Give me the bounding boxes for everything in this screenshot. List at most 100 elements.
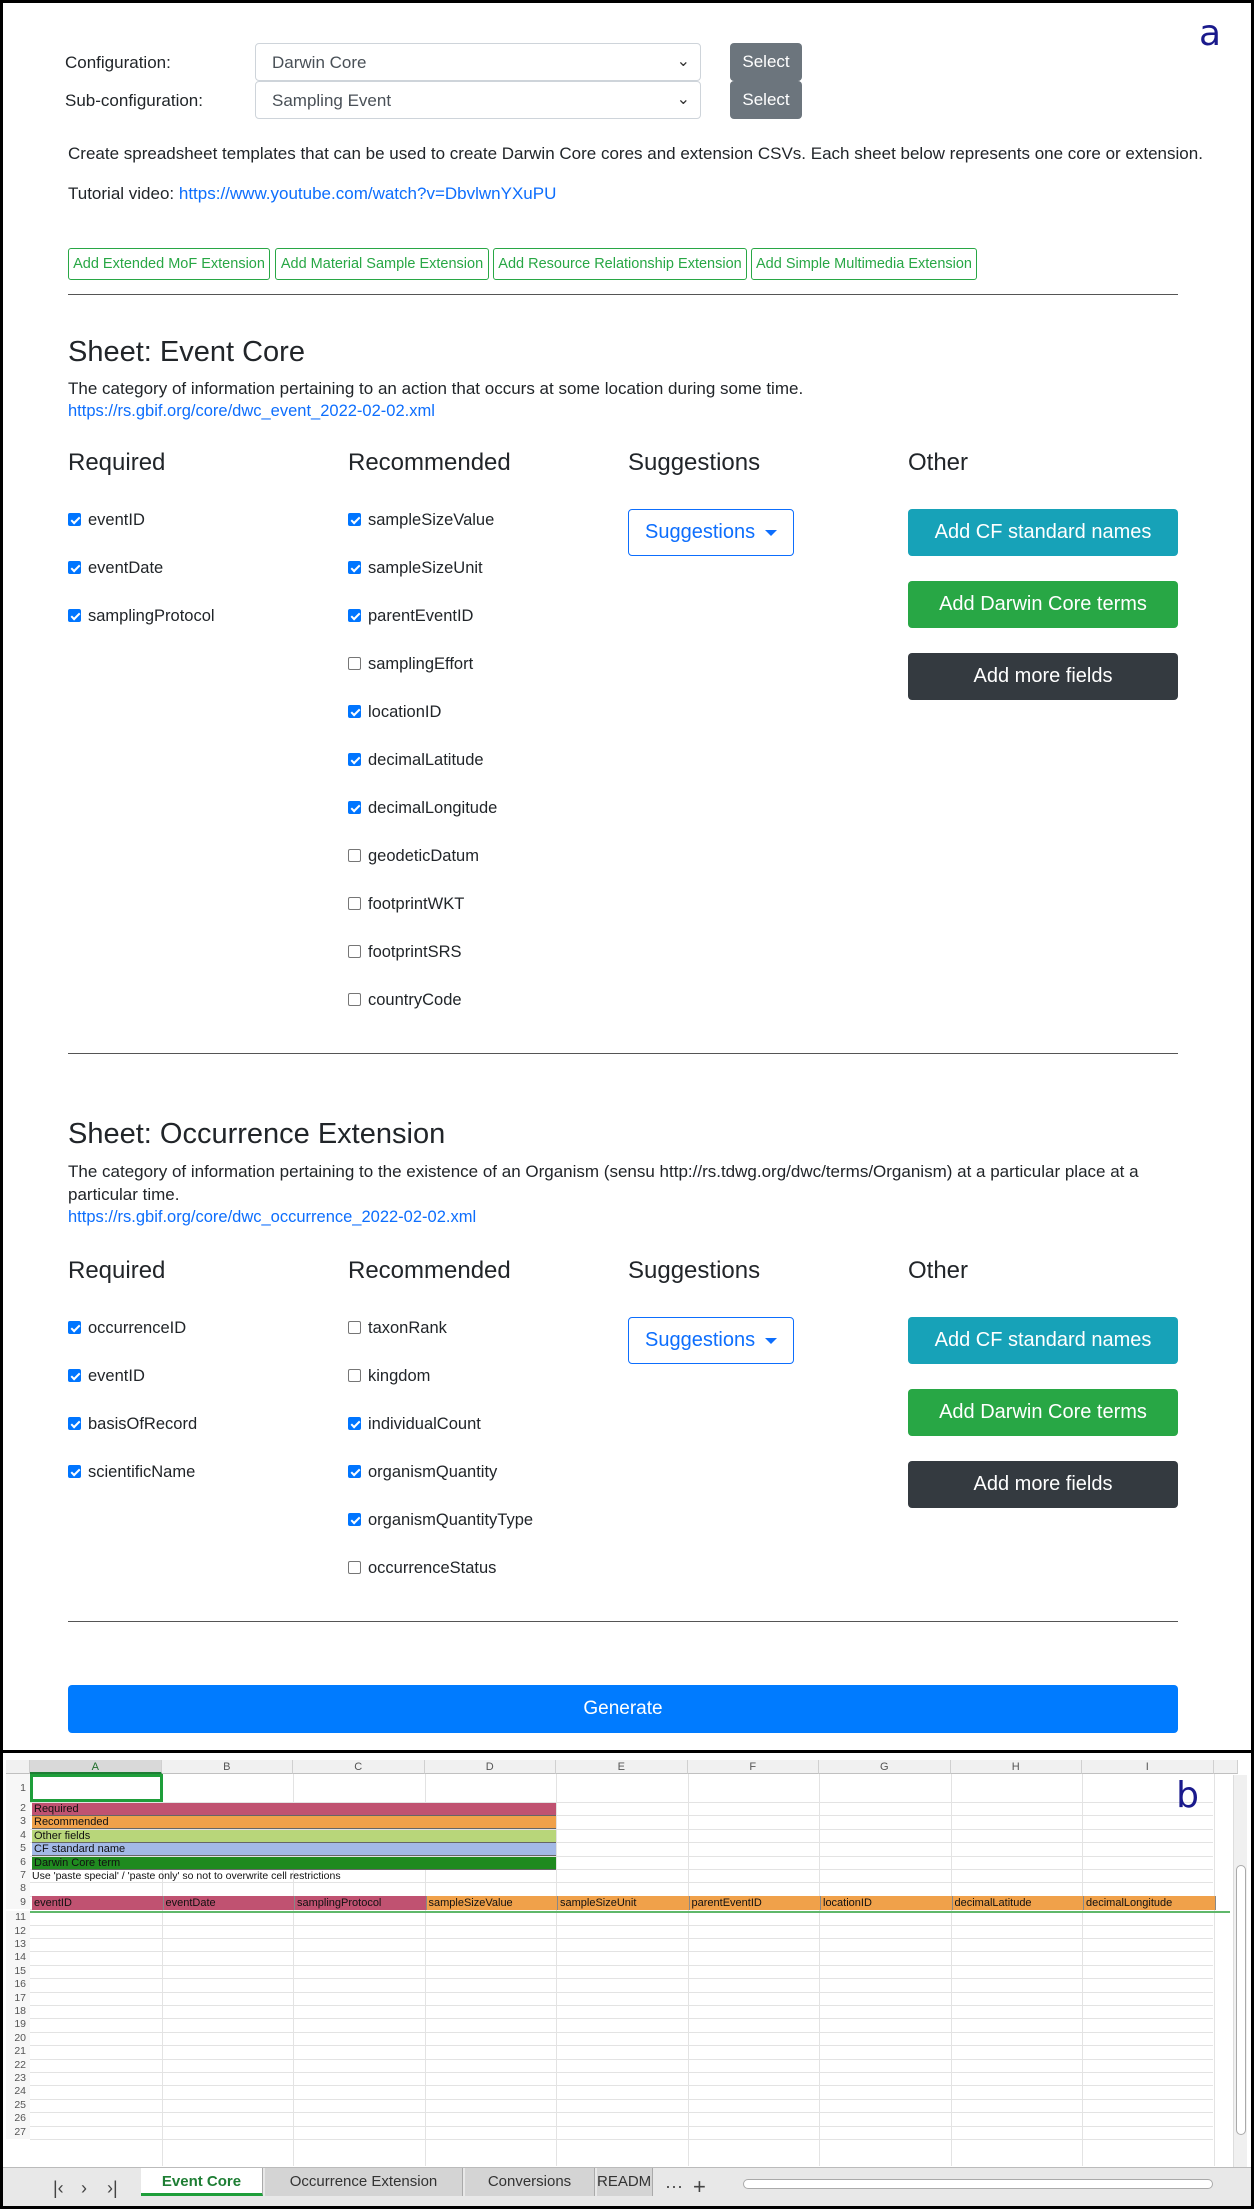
checkbox-kingdom[interactable]: kingdom: [348, 1365, 430, 1387]
vertical-scroll-thumb[interactable]: [1236, 1865, 1246, 2135]
checkbox[interactable]: [348, 609, 361, 623]
checkbox-eventDate[interactable]: eventDate: [68, 557, 163, 579]
column-header-h[interactable]: H: [950, 1760, 1082, 1774]
header-cell-decimalLatitude[interactable]: decimalLatitude: [952, 1896, 1084, 1911]
checkbox[interactable]: [348, 993, 361, 1007]
column-header-d[interactable]: D: [424, 1760, 556, 1774]
legend-darwin-core-term[interactable]: Darwin Core term: [32, 1856, 556, 1870]
row-header-26[interactable]: 26: [6, 2112, 30, 2126]
subconfiguration-select-button[interactable]: Select: [730, 81, 802, 119]
checkbox-locationID[interactable]: locationID: [348, 701, 441, 723]
checkbox-geodeticDatum[interactable]: geodeticDatum: [348, 845, 479, 867]
add-extended-mof-button[interactable]: Add Extended MoF Extension: [68, 248, 270, 280]
row-header-13[interactable]: 13: [6, 1938, 30, 1952]
header-cell-sampleSizeValue[interactable]: sampleSizeValue: [426, 1896, 558, 1911]
checkbox[interactable]: [348, 513, 361, 527]
row-header-25[interactable]: 25: [6, 2098, 30, 2113]
add-simple-multimedia-button[interactable]: Add Simple Multimedia Extension: [751, 248, 977, 280]
checkbox[interactable]: [348, 801, 361, 815]
row-header-19[interactable]: 19: [6, 2018, 30, 2032]
column-header-e[interactable]: E: [556, 1760, 688, 1774]
header-cell-samplingProtocol[interactable]: samplingProtocol: [295, 1896, 427, 1911]
header-cell-eventID[interactable]: eventID: [32, 1896, 164, 1911]
active-cell-a1[interactable]: [30, 1774, 163, 1802]
generate-button[interactable]: Generate: [68, 1685, 1178, 1733]
add-resource-relationship-button[interactable]: Add Resource Relationship Extension: [493, 248, 747, 280]
configuration-select-button[interactable]: Select: [730, 43, 802, 81]
row-header-14[interactable]: 14: [6, 1951, 30, 1965]
scroll-tabs-first-icon[interactable]: |‹: [53, 2178, 64, 2199]
row-header-21[interactable]: 21: [6, 2045, 30, 2059]
checkbox[interactable]: [68, 513, 81, 527]
legend-recommended[interactable]: Recommended: [32, 1816, 556, 1830]
checkbox[interactable]: [68, 1465, 81, 1479]
header-cell-sampleSizeUnit[interactable]: sampleSizeUnit: [558, 1896, 690, 1911]
row-header-2[interactable]: 2: [6, 1802, 30, 1816]
add-material-sample-button[interactable]: Add Material Sample Extension: [275, 248, 489, 280]
checkbox-decimalLatitude[interactable]: decimalLatitude: [348, 749, 484, 771]
checkbox[interactable]: [68, 1321, 81, 1335]
checkbox[interactable]: [68, 1417, 81, 1431]
column-header-f[interactable]: F: [687, 1760, 819, 1774]
checkbox-organismQuantity[interactable]: organismQuantity: [348, 1461, 497, 1483]
checkbox[interactable]: [68, 561, 81, 575]
row-header-12[interactable]: 12: [6, 1924, 30, 1938]
checkbox-eventID[interactable]: eventID: [68, 509, 145, 531]
vertical-scrollbar[interactable]: [1233, 1775, 1247, 2167]
row-header-18[interactable]: 18: [6, 2005, 30, 2019]
header-cell-locationID[interactable]: locationID: [821, 1896, 953, 1911]
add-darwin-core-terms-button[interactable]: Add Darwin Core terms: [908, 1389, 1178, 1436]
checkbox[interactable]: [348, 849, 361, 863]
row-header-6[interactable]: 6: [6, 1855, 30, 1869]
row-header-7[interactable]: 7: [6, 1869, 30, 1883]
row-header-27[interactable]: 27: [6, 2125, 30, 2139]
tab-conversions[interactable]: Conversions: [465, 2168, 595, 2196]
tab-occurrence-extension[interactable]: Occurrence Extension: [265, 2168, 463, 2196]
column-header-c[interactable]: C: [293, 1760, 425, 1774]
subconfiguration-select[interactable]: Sampling Event ⌄: [255, 81, 701, 119]
legend-required[interactable]: Required: [32, 1803, 556, 1816]
horizontal-scrollbar[interactable]: [743, 2179, 1213, 2189]
checkbox-countryCode[interactable]: countryCode: [348, 989, 462, 1011]
checkbox-basisOfRecord[interactable]: basisOfRecord: [68, 1413, 197, 1435]
checkbox-footprintSRS[interactable]: footprintSRS: [348, 941, 462, 963]
checkbox-decimalLongitude[interactable]: decimalLongitude: [348, 797, 497, 819]
row-header-9[interactable]: 9: [6, 1895, 30, 1910]
row-header-17[interactable]: 17: [6, 1991, 30, 2005]
add-sheet-icon[interactable]: +: [693, 2174, 706, 2200]
select-all-corner[interactable]: [6, 1760, 30, 1774]
checkbox-parentEventID[interactable]: parentEventID: [348, 605, 473, 627]
row-header-24[interactable]: 24: [6, 2085, 30, 2099]
column-header-next[interactable]: [1213, 1760, 1238, 1774]
scroll-tabs-next-icon[interactable]: ›: [81, 2178, 87, 2199]
suggestions-dropdown[interactable]: Suggestions: [628, 1317, 794, 1364]
checkbox-individualCount[interactable]: individualCount: [348, 1413, 481, 1435]
header-cell-decimalLongitude[interactable]: decimalLongitude: [1084, 1896, 1216, 1911]
row-header-16[interactable]: 16: [6, 1978, 30, 1992]
checkbox[interactable]: [348, 753, 361, 767]
checkbox[interactable]: [348, 705, 361, 719]
scroll-tabs-last-icon[interactable]: ›|: [107, 2178, 118, 2199]
checkbox-footprintWKT[interactable]: footprintWKT: [348, 893, 464, 915]
tab-readme[interactable]: README: [597, 2168, 653, 2196]
checkbox-samplingProtocol[interactable]: samplingProtocol: [68, 605, 215, 627]
checkbox[interactable]: [348, 897, 361, 911]
checkbox[interactable]: [348, 945, 361, 959]
checkbox-occurrenceStatus[interactable]: occurrenceStatus: [348, 1557, 496, 1579]
row-header-11[interactable]: 11: [6, 1911, 30, 1925]
row-header-5[interactable]: 5: [6, 1842, 30, 1856]
checkbox[interactable]: [68, 1369, 81, 1383]
checkbox[interactable]: [348, 657, 361, 671]
checkbox[interactable]: [348, 561, 361, 575]
checkbox[interactable]: [348, 1561, 361, 1575]
sheet-link[interactable]: https://rs.gbif.org/core/dwc_occurrence_…: [68, 1208, 476, 1227]
configuration-select[interactable]: Darwin Core ⌄: [255, 43, 701, 81]
legend-other-fields[interactable]: Other fields: [32, 1829, 556, 1843]
checkbox[interactable]: [348, 1513, 361, 1527]
tutorial-link[interactable]: https://www.youtube.com/watch?v=DbvlwnYX…: [179, 184, 556, 203]
column-header-g[interactable]: G: [819, 1760, 951, 1774]
add-cf-standard-names-button[interactable]: Add CF standard names: [908, 509, 1178, 556]
add-more-fields-button[interactable]: Add more fields: [908, 1461, 1178, 1508]
add-darwin-core-terms-button[interactable]: Add Darwin Core terms: [908, 581, 1178, 628]
checkbox-scientificName[interactable]: scientificName: [68, 1461, 195, 1483]
